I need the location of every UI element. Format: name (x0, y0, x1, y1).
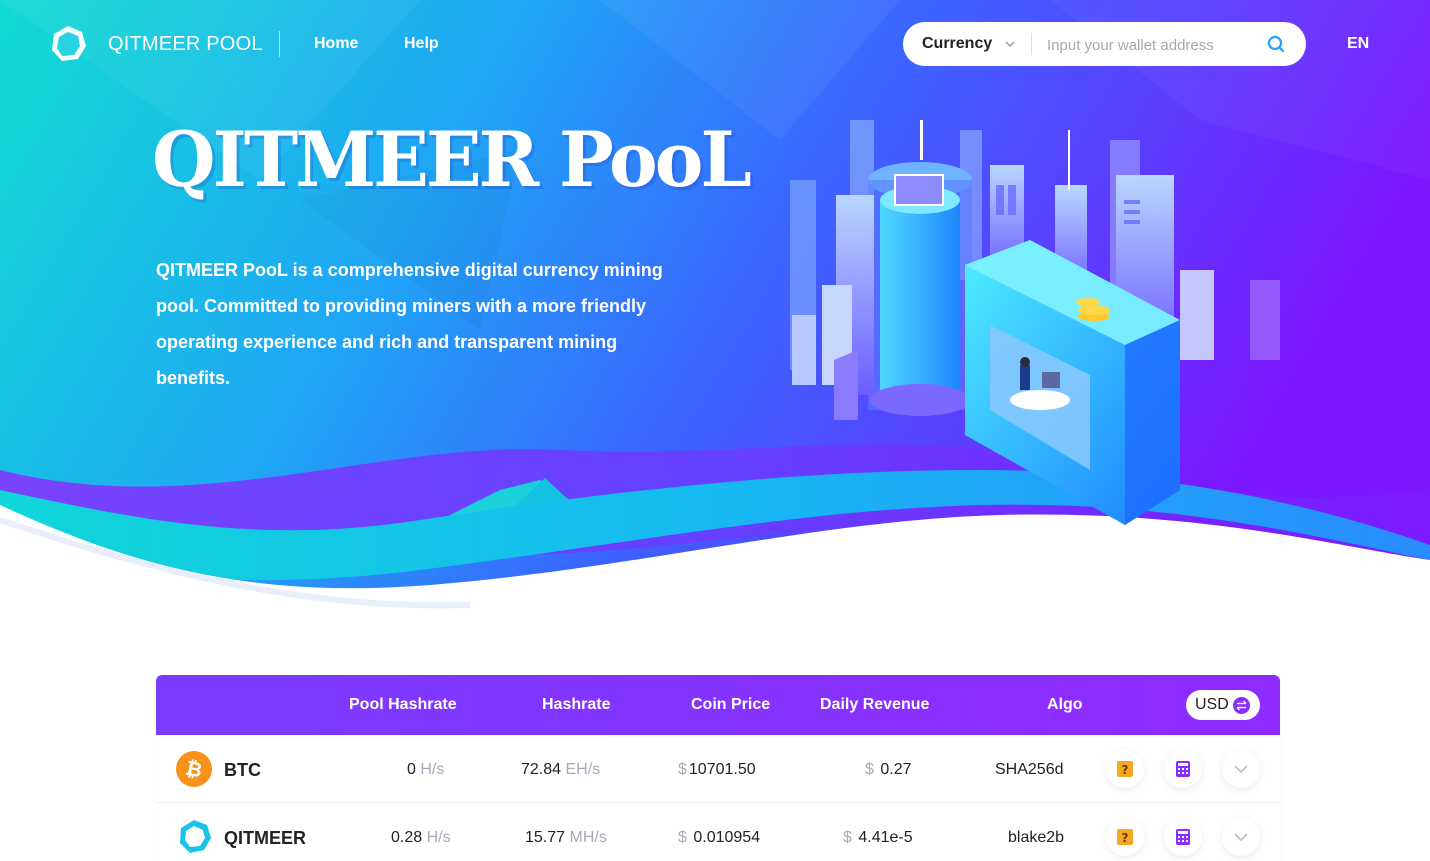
pool-hashrate-unit: H/s (426, 829, 451, 846)
daily-revenue-cell: $ 0.27 (865, 761, 912, 779)
nav-divider (279, 31, 280, 57)
header-pool-hashrate: Pool Hashrate (349, 696, 457, 713)
hashrate-value: 72.84 (521, 761, 562, 778)
qitmeer-icon (176, 819, 212, 855)
algo-cell: SHA256d (995, 761, 1064, 778)
chevron-down-icon[interactable] (1004, 37, 1016, 49)
hashrate-unit: MH/s (569, 829, 607, 846)
top-navbar: QITMEER POOL Home Help Currency EN (0, 0, 1430, 88)
nav-link-help[interactable]: Help (404, 35, 439, 53)
daily-revenue-value: 0.27 (880, 761, 912, 778)
hexagon-logo-icon[interactable] (48, 24, 88, 64)
bitcoin-icon: ₿ (176, 751, 212, 787)
hero-title: QITMEER PooL (152, 115, 752, 204)
pool-hashrate-unit: H/s (420, 761, 445, 778)
table-row[interactable]: ₿ BTC 0 H/s 72.84 EH/s $10701.50 $ 0.27 … (156, 735, 1280, 803)
search-icon[interactable] (1266, 34, 1286, 54)
expand-button[interactable] (1222, 750, 1260, 788)
expand-button[interactable] (1222, 818, 1260, 856)
coin-name: QITMEER (224, 828, 307, 848)
price-currency-symbol: $ (678, 761, 687, 778)
pool-hashrate-cell: 0 H/s (407, 761, 444, 779)
logo-text[interactable]: QITMEER POOL (108, 33, 263, 56)
revenue-currency-symbol: $ (843, 829, 852, 846)
calculator-button[interactable] (1164, 818, 1202, 856)
help-button[interactable]: ? (1106, 818, 1144, 856)
daily-revenue-value: 4.41e-5 (858, 829, 913, 846)
price-currency-symbol: $ (678, 829, 687, 846)
svg-text:?: ? (1122, 763, 1129, 777)
coin-price-value: 0.010954 (693, 829, 761, 846)
help-button[interactable]: ? (1106, 750, 1144, 788)
hero-description: QITMEER PooL is a comprehensive digital … (156, 260, 663, 388)
header-coin-price: Coin Price (691, 696, 771, 713)
hashrate-unit: EH/s (565, 761, 601, 778)
calculator-icon (1176, 829, 1190, 845)
currency-select[interactable]: Currency (922, 35, 992, 53)
revenue-currency-symbol: $ (865, 761, 874, 778)
coin-name: BTC (224, 760, 261, 780)
swap-icon (1233, 697, 1250, 714)
pool-hashrate-value: 0 (407, 761, 416, 778)
currency-toggle[interactable]: USD (1186, 690, 1260, 720)
question-icon: ? (1117, 829, 1133, 845)
table-row[interactable]: QITMEER 0.28 H/s 15.77 MH/s $ 0.010954 $… (156, 803, 1280, 861)
pool-hashrate-value: 0.28 (391, 829, 423, 846)
nav-link-home[interactable]: Home (314, 35, 358, 53)
pool-hashrate-cell: 0.28 H/s (391, 829, 451, 847)
currency-toggle-label: USD (1195, 696, 1229, 713)
chevron-down-icon (1234, 833, 1248, 842)
coin-price-cell: $10701.50 (678, 761, 756, 779)
header-hashrate: Hashrate (542, 696, 611, 713)
daily-revenue-cell: $ 4.41e-5 (843, 829, 913, 847)
calculator-button[interactable] (1164, 750, 1202, 788)
coin-price-value: 10701.50 (688, 761, 756, 778)
language-switch[interactable]: EN (1347, 35, 1369, 53)
hashrate-cell: 15.77 MH/s (525, 829, 607, 847)
search-separator (1031, 33, 1032, 55)
pool-table: Pool Hashrate Hashrate Coin Price Daily … (156, 675, 1280, 861)
svg-text:?: ? (1122, 831, 1129, 845)
wallet-search-box: Currency (903, 22, 1306, 66)
header-daily-revenue: Daily Revenue (820, 696, 930, 713)
coin-price-cell: $ 0.010954 (678, 829, 760, 847)
question-icon: ? (1117, 761, 1133, 777)
hashrate-cell: 72.84 EH/s (521, 761, 600, 779)
table-header: Pool Hashrate Hashrate Coin Price Daily … (156, 675, 1280, 735)
algo-cell: blake2b (1008, 829, 1065, 846)
wallet-address-input[interactable] (1047, 32, 1247, 58)
chevron-down-icon (1234, 765, 1248, 774)
hashrate-value: 15.77 (525, 829, 566, 846)
header-algo: Algo (1047, 696, 1083, 713)
calculator-icon (1176, 761, 1190, 777)
